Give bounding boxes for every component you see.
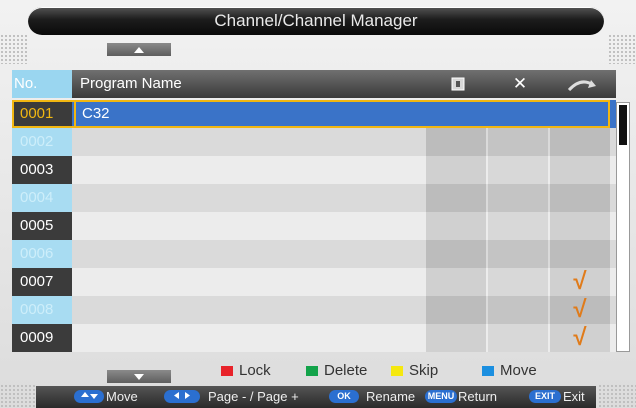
channel-row[interactable]: 0003 — [12, 156, 616, 184]
legend-move: Move — [482, 362, 537, 379]
table-header: No. Program Name ✕ — [12, 70, 616, 98]
legend-lock-label: Lock — [239, 362, 271, 379]
skip-cell — [550, 184, 610, 212]
scrollbar-thumb[interactable] — [619, 105, 627, 145]
channel-name — [76, 184, 426, 212]
checkmark-icon: √ — [573, 268, 587, 295]
delete-cell — [488, 128, 548, 156]
channel-number: 0003 — [12, 156, 72, 184]
hint-exit: Exit — [563, 389, 585, 404]
delete-cell — [488, 100, 548, 128]
skip-cell — [550, 100, 610, 128]
channel-number: 0007 — [12, 268, 72, 296]
dotted-texture-top-right — [608, 34, 636, 64]
channel-number: 0005 — [12, 212, 72, 240]
delete-cell — [488, 324, 548, 352]
lock-cell — [426, 268, 486, 296]
legend-lock: Lock — [221, 362, 271, 379]
lock-cell — [426, 324, 486, 352]
green-key-icon — [306, 365, 318, 376]
delete-cell — [488, 296, 548, 324]
lock-cell — [426, 240, 486, 268]
delete-icon: ✕ — [512, 74, 528, 93]
channel-row[interactable]: 0002 — [12, 128, 616, 156]
lock-cell — [426, 184, 486, 212]
scroll-up-button[interactable] — [107, 43, 171, 56]
channel-row[interactable]: 0008 √ — [12, 296, 616, 324]
scroll-down-button[interactable] — [107, 370, 171, 383]
delete-cell — [488, 184, 548, 212]
up-down-key-icon — [74, 390, 104, 403]
channel-number: 0002 — [12, 128, 72, 156]
dotted-texture-top-left — [0, 34, 28, 64]
hint-rename: Rename — [366, 389, 416, 404]
hint-move: Move — [106, 389, 138, 404]
legend-delete-label: Delete — [324, 362, 368, 379]
arrow-down-icon — [134, 373, 144, 380]
column-header-no: No. — [12, 70, 72, 98]
skip-cell: √ — [550, 324, 610, 352]
dotted-texture-bottom-left — [0, 384, 36, 408]
arrow-up-icon — [134, 46, 144, 53]
channel-name — [76, 156, 426, 184]
channel-row[interactable]: 0009 √ — [12, 324, 616, 352]
skip-cell — [550, 212, 610, 240]
channel-row[interactable]: 0006 — [12, 240, 616, 268]
lock-cell — [426, 156, 486, 184]
channel-name — [76, 296, 426, 324]
delete-cell — [488, 268, 548, 296]
channel-name — [76, 268, 426, 296]
lock-icon — [428, 70, 488, 98]
channel-name — [76, 128, 426, 156]
lock-cell — [426, 128, 486, 156]
channel-number: 0006 — [12, 240, 72, 268]
ok-key-icon: OK — [329, 390, 359, 403]
lock-cell — [426, 212, 486, 240]
checkmark-icon: √ — [573, 296, 587, 323]
channel-row[interactable]: 0004 — [12, 184, 616, 212]
channel-row[interactable]: 0005 — [12, 212, 616, 240]
legend-skip-label: Skip — [409, 362, 439, 379]
yellow-key-icon — [391, 365, 403, 376]
menu-key-icon: MENU — [425, 390, 457, 403]
checkmark-icon: √ — [573, 324, 587, 351]
delete-cell — [488, 240, 548, 268]
column-header-program-name: Program Name — [80, 75, 182, 92]
scrollbar[interactable] — [616, 102, 630, 352]
delete-cell — [488, 212, 548, 240]
channel-row[interactable]: 0007 √ — [12, 268, 616, 296]
channel-name: C32 — [82, 105, 110, 122]
bottom-hint-bar: Move Page - / Page + OK Rename MENU Retu… — [36, 386, 596, 408]
channel-number: 0008 — [12, 296, 72, 324]
channel-number: 0009 — [12, 324, 72, 352]
channel-name — [76, 324, 426, 352]
left-right-key-icon — [164, 390, 200, 403]
blue-key-icon — [482, 365, 494, 376]
hint-return: Return — [458, 389, 498, 404]
channel-number: 0001 — [12, 100, 72, 128]
dotted-texture-bottom-right — [598, 384, 636, 408]
skip-cell: √ — [550, 296, 610, 324]
lock-cell — [426, 296, 486, 324]
channel-row[interactable]: 0001 C32 — [12, 100, 616, 128]
legend-skip: Skip — [391, 362, 438, 379]
exit-key-icon: EXIT — [529, 390, 561, 403]
window-title: Channel/Channel Manager — [28, 7, 604, 35]
hint-page: Page - / Page + — [208, 389, 299, 404]
skip-cell — [550, 240, 610, 268]
legend-move-label: Move — [500, 362, 537, 379]
skip-cell — [550, 156, 610, 184]
red-key-icon — [221, 365, 233, 376]
delete-cell — [488, 156, 548, 184]
channel-name — [76, 212, 426, 240]
skip-cell: √ — [550, 268, 610, 296]
channel-number: 0004 — [12, 184, 72, 212]
lock-cell — [426, 100, 486, 128]
skip-icon — [552, 70, 612, 98]
legend-delete: Delete — [306, 362, 367, 379]
skip-cell — [550, 128, 610, 156]
channel-name — [76, 240, 426, 268]
